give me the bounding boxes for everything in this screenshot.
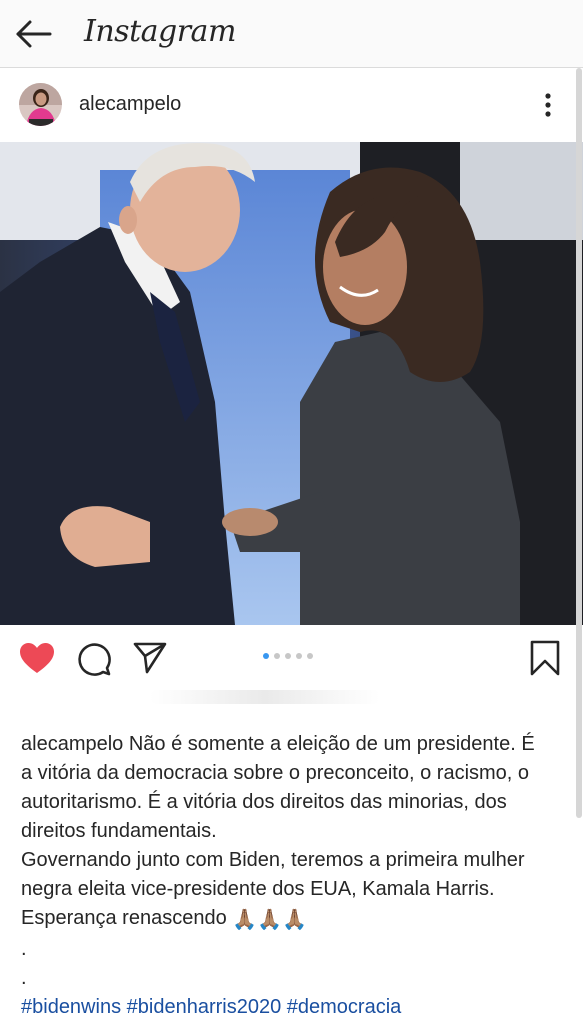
caption-line: direitos fundamentais. bbox=[21, 820, 217, 842]
scrollbar[interactable] bbox=[576, 68, 582, 818]
likes-count-blurred bbox=[150, 690, 380, 704]
caption-line: Governando junto com Biden, teremos a pr… bbox=[21, 849, 525, 871]
bookmark-icon[interactable] bbox=[528, 639, 562, 677]
caption-dot-line: . bbox=[21, 967, 27, 989]
carousel-dot bbox=[263, 653, 269, 659]
avatar[interactable] bbox=[19, 83, 62, 126]
more-options-icon[interactable] bbox=[538, 92, 558, 118]
caption-line: a vitória da democracia sobre o preconce… bbox=[21, 762, 530, 784]
carousel-dot bbox=[285, 653, 291, 659]
caption-dot-line: . bbox=[21, 938, 27, 960]
caption-username[interactable]: alecampelo bbox=[21, 733, 123, 755]
carousel-indicator bbox=[263, 653, 313, 661]
caption-hashtags: #bidenwins #bidenharris2020 #democracia bbox=[21, 993, 566, 1022]
comment-icon[interactable] bbox=[76, 641, 112, 677]
caption-line: autoritarismo. É a vitória dos direitos … bbox=[21, 791, 507, 813]
carousel-dot bbox=[274, 653, 280, 659]
app-title: Instagram bbox=[84, 14, 236, 49]
carousel-dot bbox=[307, 653, 313, 659]
back-arrow-icon[interactable] bbox=[14, 16, 54, 52]
post-photo[interactable] bbox=[0, 142, 583, 625]
post-header: alecampelo bbox=[0, 68, 583, 142]
hashtag-link[interactable]: #bidenwins bbox=[21, 996, 121, 1018]
post-caption: alecampelo Não é somente a eleição de um… bbox=[21, 730, 566, 1022]
post-username[interactable]: alecampelo bbox=[79, 93, 181, 116]
caption-line: Não é somente a eleição de um presidente… bbox=[128, 733, 535, 755]
hashtag-link[interactable]: #democracia bbox=[287, 996, 402, 1018]
top-bar: Instagram bbox=[0, 0, 583, 68]
caption-line: Esperança renascendo bbox=[21, 907, 227, 929]
praying-hands-emoji: 🙏🏽🙏🏽🙏🏽 bbox=[232, 909, 307, 931]
hashtag-link[interactable]: #bidenharris2020 bbox=[127, 996, 282, 1018]
post-actions bbox=[0, 625, 583, 695]
share-direct-icon[interactable] bbox=[132, 641, 168, 675]
carousel-dot bbox=[296, 653, 302, 659]
like-heart-icon[interactable] bbox=[18, 641, 56, 675]
caption-line: negra eleita vice-presidente dos EUA, Ka… bbox=[21, 878, 495, 900]
